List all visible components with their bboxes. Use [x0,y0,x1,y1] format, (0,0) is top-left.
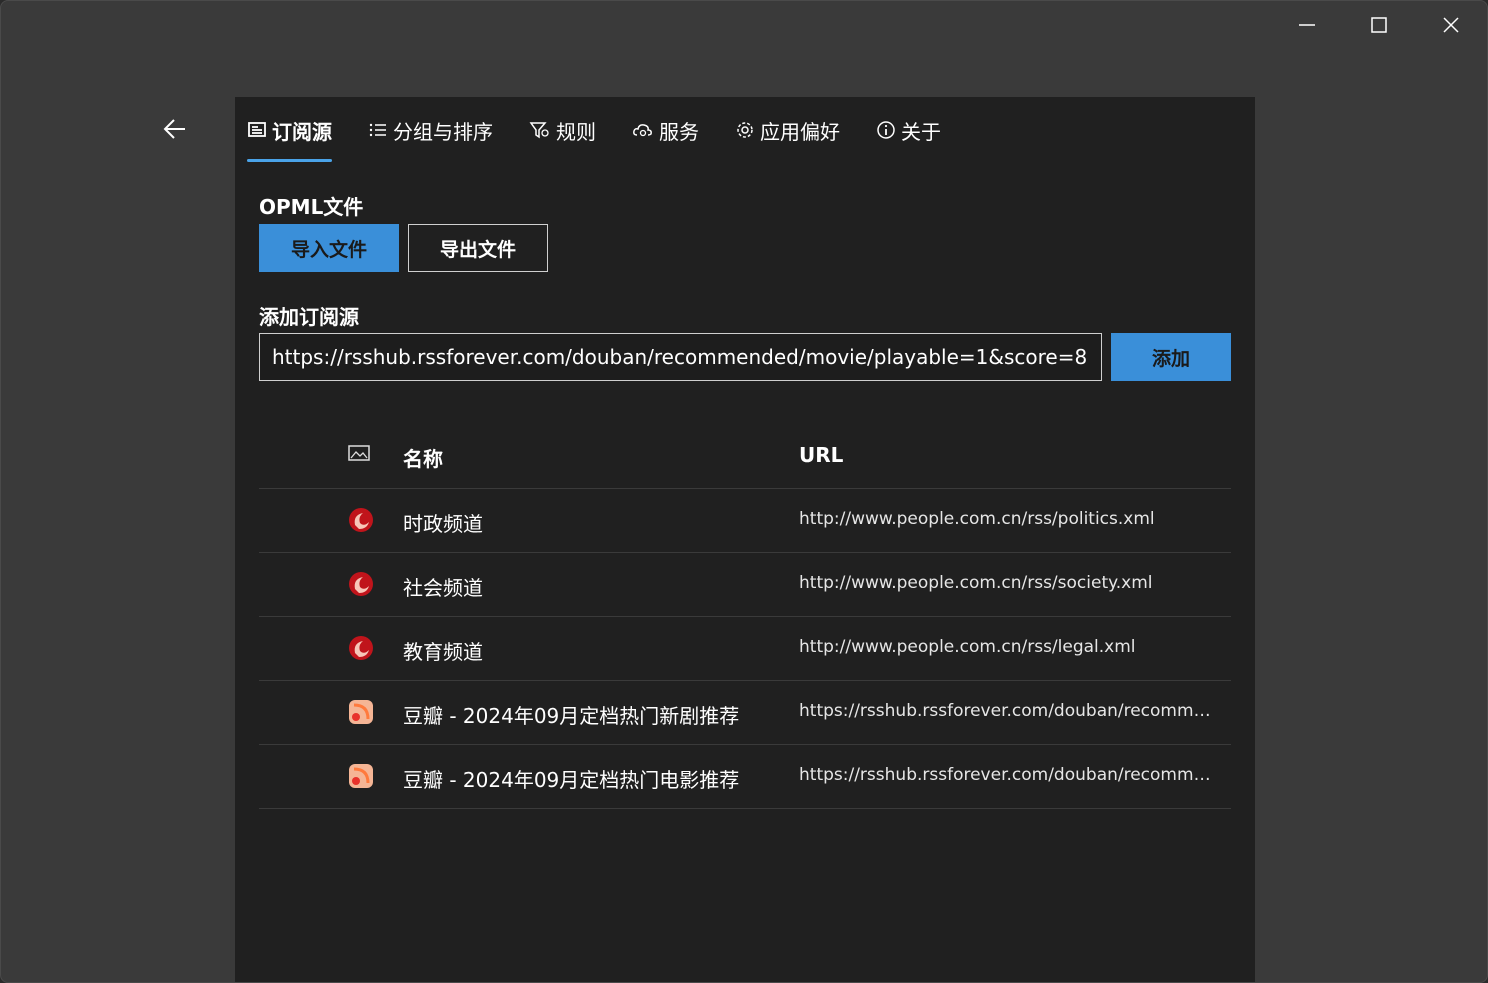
source-url: http://www.people.com.cn/rss/society.xml [799,573,1153,593]
app-window: 订阅源 分组与排序 规则 服务 应用偏好 关于 OPML文件 导入文件 导出文件… [0,0,1488,983]
maximize-icon [1371,17,1387,33]
gear-icon [735,120,755,140]
rss-icon [348,763,374,789]
opml-section-label: OPML文件 [259,195,364,219]
people-daily-icon [348,635,374,661]
source-name: 豆瓣 - 2024年09月定档热门电影推荐 [403,768,740,792]
tab-services[interactable]: 服务 [632,111,699,149]
tab-preferences[interactable]: 应用偏好 [735,111,840,149]
tab-groups[interactable]: 分组与排序 [368,111,493,149]
source-name: 社会频道 [403,576,483,600]
source-url-input[interactable] [259,333,1102,381]
back-button[interactable] [159,113,191,145]
table-row[interactable]: 时政频道 http://www.people.com.cn/rss/politi… [259,489,1231,553]
add-source-label: 添加订阅源 [259,305,359,329]
tab-label: 订阅源 [272,119,332,144]
tab-label: 应用偏好 [760,119,840,144]
import-file-button[interactable]: 导入文件 [259,224,399,272]
settings-tabs: 订阅源 分组与排序 规则 服务 应用偏好 关于 [247,111,977,163]
filter-icon [529,120,551,140]
column-header-name[interactable]: 名称 [403,443,443,472]
close-icon [1443,17,1459,33]
source-name: 时政频道 [403,512,483,536]
source-name: 豆瓣 - 2024年09月定档热门新剧推荐 [403,704,740,728]
cloud-sync-icon [632,120,654,140]
maximize-button[interactable] [1343,1,1415,49]
table-row[interactable]: 豆瓣 - 2024年09月定档热门新剧推荐 https://rsshub.rss… [259,681,1231,745]
table-row[interactable]: 社会频道 http://www.people.com.cn/rss/societ… [259,553,1231,617]
feed-icon [247,120,267,140]
add-source-button[interactable]: 添加 [1111,333,1231,381]
table-header: 名称 URL [259,425,1231,489]
image-icon [348,443,374,469]
settings-panel: 订阅源 分组与排序 规则 服务 应用偏好 关于 OPML文件 导入文件 导出文件… [235,97,1255,982]
tab-rules[interactable]: 规则 [529,111,596,149]
table-row[interactable]: 教育频道 http://www.people.com.cn/rss/legal.… [259,617,1231,681]
arrow-left-icon [163,119,185,139]
tab-label: 规则 [556,119,596,144]
source-url: http://www.people.com.cn/rss/legal.xml [799,637,1136,657]
minimize-icon [1299,24,1315,26]
info-icon [876,120,896,140]
rss-icon [348,699,374,725]
source-url: http://www.people.com.cn/rss/politics.xm… [799,509,1155,529]
list-icon [368,120,388,140]
source-name: 教育频道 [403,640,483,664]
export-file-button[interactable]: 导出文件 [408,224,548,272]
people-daily-icon [348,571,374,597]
tab-label: 服务 [659,119,699,144]
people-daily-icon [348,507,374,533]
tab-label: 分组与排序 [393,119,493,144]
title-bar-controls [1271,1,1487,49]
minimize-button[interactable] [1271,1,1343,49]
column-header-url[interactable]: URL [799,443,1219,467]
tab-about[interactable]: 关于 [876,111,941,149]
sources-table: 名称 URL 时政频道 http://www.people.com.cn/rss… [259,425,1231,809]
close-button[interactable] [1415,1,1487,49]
source-url: https://rsshub.rssforever.com/douban/rec… [799,765,1219,785]
tab-label: 关于 [901,119,941,144]
source-url: https://rsshub.rssforever.com/douban/rec… [799,701,1219,721]
tab-sources[interactable]: 订阅源 [247,111,332,162]
table-row[interactable]: 豆瓣 - 2024年09月定档热门电影推荐 https://rsshub.rss… [259,745,1231,809]
